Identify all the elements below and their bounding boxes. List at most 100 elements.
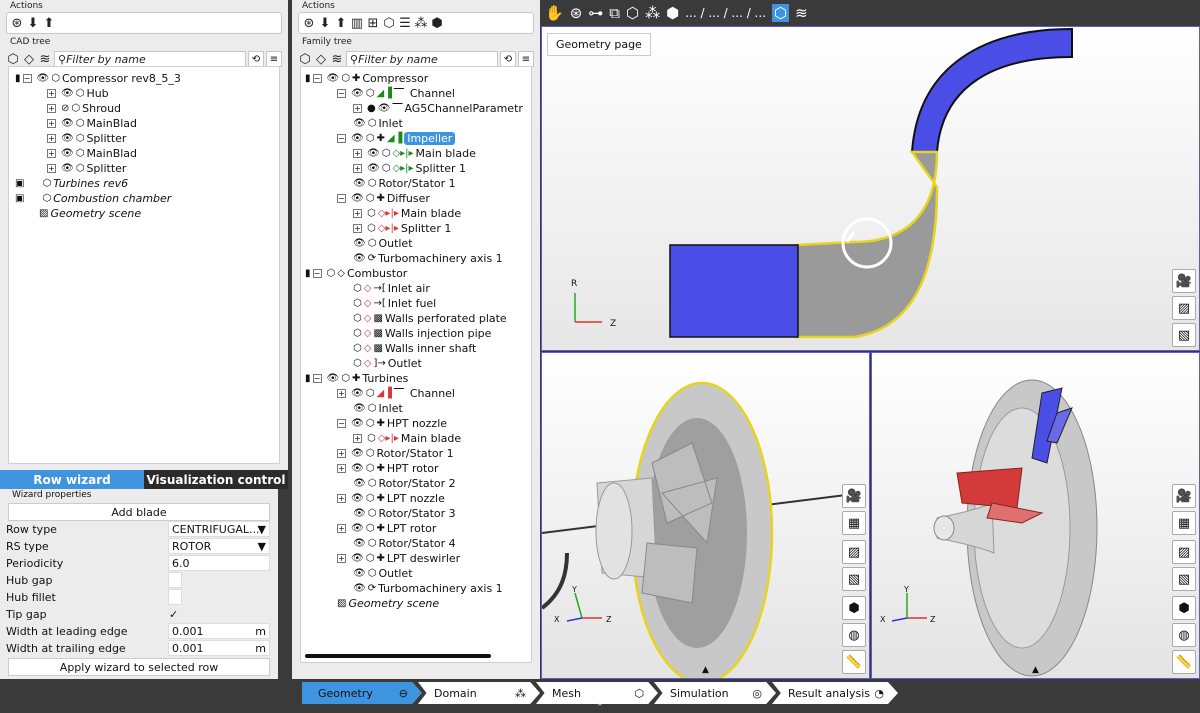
export-icon[interactable]: ⬆	[334, 14, 348, 32]
tree-item[interactable]: − 👁 ⬡ ◢▐ ⎺ Channel	[337, 86, 455, 101]
eye-icon[interactable]: 👁	[61, 163, 74, 174]
tree-item[interactable]: ▨ Geometry scene	[337, 596, 439, 611]
eye-icon[interactable]: 👁	[351, 553, 364, 564]
images-icon[interactable]: ▧	[842, 567, 866, 591]
expand-icon[interactable]: +	[353, 149, 362, 158]
eye-icon[interactable]: 👁	[351, 133, 364, 144]
expand-icon[interactable]: +	[47, 104, 56, 113]
eye-icon[interactable]: 👁	[351, 448, 364, 459]
tree-item[interactable]: + 👁 ⬡ ✚ HPT rotor	[337, 461, 439, 476]
tree-item[interactable]: ▣ ⬡ Combustion chamber	[15, 191, 171, 206]
eye-icon[interactable]: 👁	[351, 193, 364, 204]
tree-item[interactable]: 👁 ⬡ Inlet	[353, 116, 403, 131]
tree-item[interactable]: + 👁 ⬡ ◇▸|▸ Main blade	[353, 146, 476, 161]
collapse-icon[interactable]: −	[312, 74, 322, 83]
tree-item[interactable]: ▣ ⬡ Turbines rev6	[15, 176, 128, 191]
image-icon[interactable]: ▨	[1172, 540, 1196, 564]
eye-icon[interactable]: 👁	[61, 133, 74, 144]
cube-gear-icon[interactable]: ⬢	[430, 14, 444, 32]
eye-icon[interactable]: 👁	[353, 178, 366, 189]
tree-item[interactable]: + 👁 ⬡ ✚ LPT nozzle	[337, 491, 445, 506]
tree-item[interactable]: 👁 ⬡ Rotor/Stator 2	[353, 476, 456, 491]
tree-item[interactable]: + 👁 ⬡ ✚ LPT deswirler	[337, 551, 460, 566]
eye-icon[interactable]: 👁	[353, 238, 366, 249]
tree-item[interactable]: + ⬡ ◇▸|▸ Splitter 1	[353, 221, 451, 236]
grid-cube-icon[interactable]: ▦	[1172, 511, 1196, 535]
sphere-cube-icon[interactable]: ◍	[1172, 623, 1196, 647]
tree-item[interactable]: ⬡ ◇ ▩ Walls injection pipe	[353, 326, 491, 341]
tree-item[interactable]: ▨ Geometry scene	[39, 206, 141, 221]
eye-icon[interactable]: 👁	[353, 403, 366, 414]
camera-icon[interactable]: 🎥	[1172, 484, 1196, 508]
tree-item[interactable]: + ⊘ ⬡ Shroud	[47, 101, 121, 116]
ruler-icon[interactable]: 📏	[842, 650, 866, 674]
eye-icon[interactable]: 👁	[353, 568, 366, 579]
eye-icon[interactable]: 👁	[353, 508, 366, 519]
width-le-input[interactable]: 0.001 m	[168, 623, 270, 639]
solid-cube-icon[interactable]: ⬢	[1172, 596, 1196, 620]
rs-type-select[interactable]: ROTOR ▼	[168, 538, 270, 554]
tree-item[interactable]: ⬡ ◇ ▩ Walls perforated plate	[353, 311, 507, 326]
eye-icon[interactable]: 👁	[61, 118, 74, 129]
image-icon[interactable]: ▨	[842, 540, 866, 564]
step-geometry[interactable]: Geometry ⊖	[302, 682, 422, 704]
cube-gear-icon[interactable]: ⬢	[666, 4, 679, 22]
expand-arrow-icon[interactable]: ▲	[1032, 665, 1039, 675]
tree-item[interactable]: − 👁 ⬡ ✚ ◢▐ Impeller	[337, 131, 456, 146]
viewport-3d-left[interactable]: Y X Z ▲ 🎥 ▦ ▨ ▧ ⬢ ◍ 📏	[541, 352, 870, 679]
tree-item[interactable]: ⬡ ◇ →[Inlet fuel	[353, 296, 436, 311]
eye-icon[interactable]: 👁	[351, 388, 364, 399]
expand-icon[interactable]: +	[353, 209, 362, 218]
collapse-icon[interactable]: −	[22, 74, 32, 83]
tree-item[interactable]: − 👁 ⬡ ✚ Diffuser	[337, 191, 430, 206]
columns-icon[interactable]: ▥	[350, 14, 364, 32]
filter-icon[interactable]: ≡	[266, 51, 282, 67]
tree-item[interactable]: − 👁 ⬡ ✚ HPT nozzle	[337, 416, 447, 431]
eye-icon[interactable]: 👁	[351, 523, 364, 534]
tree-item[interactable]: ▮ − 👁 ⬡ Compressor rev8_5_3	[15, 71, 181, 86]
step-result-analysis[interactable]: Result analysis ◔	[772, 682, 898, 704]
horizontal-scrollbar[interactable]	[305, 654, 491, 658]
tree-item[interactable]: + ⬡ ◇▸|▸ Main blade	[353, 431, 461, 446]
collapse-icon[interactable]: −	[337, 134, 346, 143]
active-cube-icon[interactable]: ⬡	[772, 4, 790, 22]
eye-icon[interactable]: 👁	[61, 88, 74, 99]
expand-icon[interactable]: +	[353, 104, 362, 113]
tree-item[interactable]: 👁 ⬡ Outlet	[353, 566, 413, 581]
family-filter-input[interactable]: ⚲ Filter by name	[346, 50, 498, 68]
filter-reset-icon[interactable]: ⟲	[500, 51, 516, 67]
tree-item[interactable]: 👁 ⬡ Rotor/Stator 4	[353, 536, 456, 551]
width-te-input[interactable]: 0.001 m	[168, 640, 270, 656]
tree-item[interactable]: ▮ − 👁 ⬡ ✚ Turbines	[305, 371, 408, 386]
eye-icon[interactable]: 👁	[327, 73, 340, 84]
eye-icon[interactable]: 👁	[351, 463, 364, 474]
eye-icon[interactable]: 👁	[37, 73, 50, 84]
tree-item[interactable]: ⬡ ◇ →[Inlet air	[353, 281, 430, 296]
tree-item[interactable]: + ⬡ ◇▸|▸ Main blade	[353, 206, 461, 221]
tree-item[interactable]: + 👁 ⬡ ◢▐ ⎺ Channel	[337, 386, 455, 401]
eye-icon[interactable]: 👁	[327, 373, 340, 384]
expand-icon[interactable]: +	[353, 224, 362, 233]
collapse-icon[interactable]: −	[312, 269, 322, 278]
expand-arrow-icon[interactable]: ▲	[702, 665, 709, 675]
hub-gap-checkbox[interactable]	[168, 572, 182, 588]
images-icon[interactable]: ▧	[1172, 567, 1196, 591]
expand-icon[interactable]: +	[337, 389, 346, 398]
images-icon[interactable]: ▧	[1172, 323, 1196, 347]
tree-item[interactable]: 👁 ⬡ Outlet	[353, 236, 413, 251]
camera-icon[interactable]: 🎥	[1172, 269, 1196, 293]
filter-reset-icon[interactable]: ⟲	[248, 51, 264, 67]
cube-icon[interactable]: ⬡	[382, 14, 396, 32]
expand-icon[interactable]: +	[47, 164, 56, 173]
viewport-3d-right[interactable]: Y X Z ▲ 🎥 ▦ ▨ ▧ ⬢ ◍ 📏	[871, 352, 1200, 679]
tree-item[interactable]: + 👁 ⬡ MainBlad	[47, 146, 137, 161]
eye-icon[interactable]: 👁	[351, 418, 364, 429]
expand-icon[interactable]: +	[337, 524, 346, 533]
tab-row-wizard[interactable]: Row wizard	[0, 470, 144, 489]
selected-item[interactable]: Impeller	[404, 132, 456, 145]
tree-item[interactable]: 👁 ⟳ Turbomachinery axis 1	[353, 251, 503, 266]
eye-icon[interactable]: 👁	[353, 583, 366, 594]
eye-icon[interactable]: 👁	[378, 103, 391, 114]
expand-icon[interactable]: +	[47, 134, 56, 143]
row-type-select[interactable]: CENTRIFUGAL... ▼	[168, 521, 270, 537]
